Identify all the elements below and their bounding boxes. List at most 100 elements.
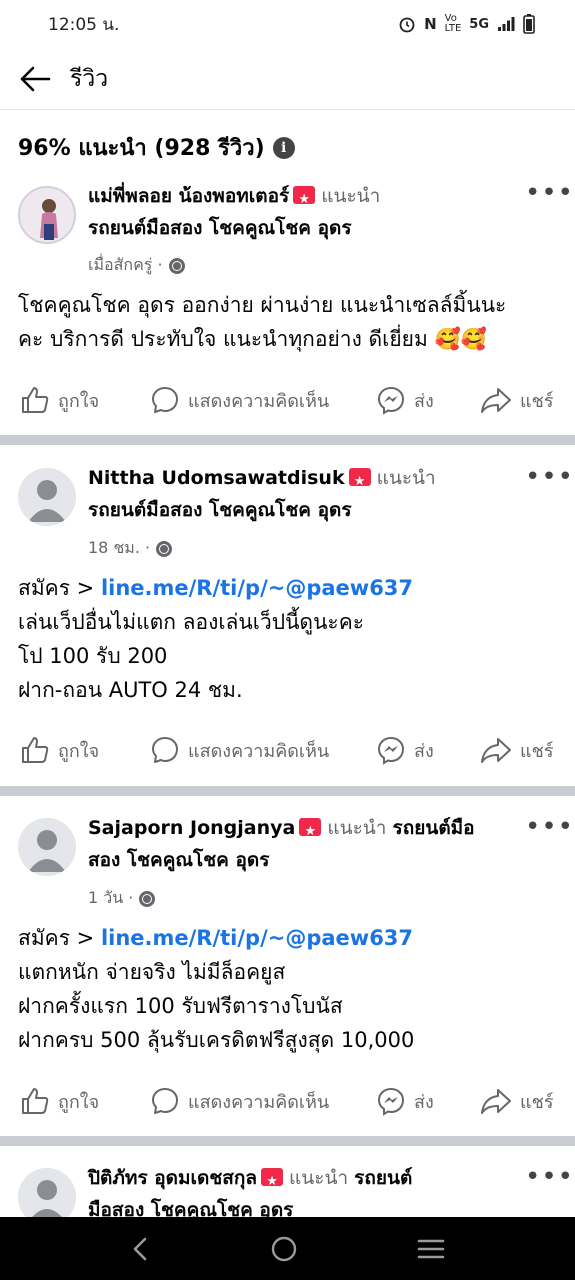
recommends-label: แนะนำ [289,1167,349,1189]
share-button[interactable]: แชร์ [480,385,554,415]
review-link[interactable]: line.me/R/ti/p/~@paew637 [101,926,413,950]
status-time: 12:05 น. [48,14,120,35]
review-body: สมัคร > line.me/R/ti/p/~@paew637 แตกหนัก… [18,921,558,1057]
review-header: Sajaporn Jongjanya แนะนำ รถยนต์มือ สอง โช… [88,812,528,876]
more-icon[interactable]: ••• [525,180,573,212]
comment-icon [152,1088,178,1114]
page-name-cont[interactable]: สอง โชคคูณโชค อุดร [88,849,269,871]
review-line: ฝาก-ถอน AUTO 24 ชม. [18,678,243,702]
comment-icon [152,737,178,763]
signal-icon [497,16,515,32]
nav-recents-icon[interactable] [416,1236,446,1262]
reviewer-name[interactable]: Sajaporn Jongjanya [88,817,295,839]
nav-home-icon[interactable] [270,1235,298,1263]
messenger-icon [377,1087,405,1116]
status-bar: 12:05 น. N Vo LTE 5G [0,0,575,48]
globe-icon [156,540,173,557]
like-icon [22,387,49,413]
like-button[interactable]: ถูกใจ [20,385,99,415]
share-icon [481,738,511,763]
review-line: โชคคูณโชค อุดร ออกง่าย ผ่านง่าย แนะนำเซล… [18,293,507,317]
comment-button[interactable]: แสดงความคิดเห็น [150,385,329,415]
review-header: Nittha Udomsawatdisuk แนะนำ รถยนต์มือสอง … [88,462,528,526]
share-label: แชร์ [520,1091,554,1113]
comment-icon [152,387,178,413]
recommend-badge-icon [348,466,371,498]
reviewer-name[interactable]: Nittha Udomsawatdisuk [88,467,345,489]
review-meta: เมื่อสักครู่ · [88,253,185,278]
more-icon[interactable]: ••• [525,1164,573,1196]
network-label: 5G [469,16,489,32]
page-name[interactable]: รถยนต์มือ [392,817,474,839]
review-divider [0,1136,575,1146]
reviewer-name[interactable]: ปิติภัทร อุดมเดชสกุล [88,1167,257,1189]
recommends-label: แนะนำ [321,185,381,207]
summary-text: 96% แนะนำ (928 รีวิว) [18,136,265,161]
alarm-icon [398,15,416,33]
comment-label: แสดงความคิดเห็น [188,1091,330,1113]
review-line: คะ บริการดี ประทับใจ แนะนำทุกอย่าง ดีเยี… [18,327,487,351]
recommends-label: แนะนำ [327,817,387,839]
review-line: ฝากครั้งแรก 100 รับฟรีตารางโบนัส [18,994,343,1018]
messenger-icon [377,386,405,415]
reviewer-name[interactable]: แม่พี่พลอย น้องพอทเตอร์ [88,185,289,207]
more-icon[interactable]: ••• [525,464,573,496]
battery-icon [523,14,535,34]
send-button[interactable]: ส่ง [376,1086,434,1116]
globe-icon [139,890,156,907]
share-icon [481,388,511,413]
review-link-line: สมัคร > line.me/R/ti/p/~@paew637 [18,921,558,955]
action-bar: ถูกใจ แสดงความคิดเห็น ส่ง แชร์ [0,728,575,772]
share-label: แชร์ [520,390,554,412]
send-label: ส่ง [414,1091,434,1113]
review-time[interactable]: 1 วัน · [88,886,133,911]
like-label: ถูกใจ [58,740,100,762]
review-body: โชคคูณโชค อุดร ออกง่าย ผ่านง่าย แนะนำเซล… [18,288,558,356]
comment-label: แสดงความคิดเห็น [188,390,330,412]
review-meta: 18 ชม. · [88,536,173,561]
review-link[interactable]: line.me/R/ti/p/~@paew637 [101,576,413,600]
review-line: เล่นเว็ปอื่นไม่แตก ลองเล่นเว็ปนี้ดูนะคะ [18,610,365,634]
comment-label: แสดงความคิดเห็น [188,740,330,762]
review-time[interactable]: เมื่อสักครู่ · [88,253,163,278]
share-icon [481,1089,511,1114]
share-button[interactable]: แชร์ [480,735,554,765]
review-line: ฝากครบ 500 ลุ้นรับเครดิตฟรีสูงสุด 10,000 [18,1028,415,1052]
page-name[interactable]: รถยนต์ [354,1167,412,1189]
share-button[interactable]: แชร์ [480,1086,554,1116]
comment-button[interactable]: แสดงความคิดเห็น [150,1086,329,1116]
page-name[interactable]: รถยนต์มือสอง โชคคูณโชค อุดร [88,217,352,239]
recommend-badge-icon [299,816,322,848]
review-header: แม่พี่พลอย น้องพอทเตอร์ แนะนำ รถยนต์มือสอ… [88,180,528,244]
review-line: แตกหนัก จ่ายจริง ไม่มีล็อคยูส [18,960,286,984]
action-bar: ถูกใจ แสดงความคิดเห็น ส่ง แชร์ [0,378,575,422]
comment-button[interactable]: แสดงความคิดเห็น [150,735,329,765]
review-body: สมัคร > line.me/R/ti/p/~@paew637 เล่นเว็… [18,571,558,707]
page-name[interactable]: รถยนต์มือสอง โชคคูณโชค อุดร [88,499,352,521]
like-label: ถูกใจ [58,1091,100,1113]
avatar[interactable] [18,818,76,876]
action-bar: ถูกใจ แสดงความคิดเห็น ส่ง แชร์ [0,1079,575,1123]
more-icon[interactable]: ••• [525,814,573,846]
send-button[interactable]: ส่ง [376,385,434,415]
system-navigation-bar [0,1217,575,1280]
send-button[interactable]: ส่ง [376,735,434,765]
like-button[interactable]: ถูกใจ [20,1086,99,1116]
send-label: ส่ง [414,390,434,412]
nav-back-icon[interactable] [129,1235,153,1263]
avatar[interactable] [18,186,76,244]
top-app-bar: รีวิว [0,48,575,110]
info-icon[interactable]: i [272,136,295,159]
like-icon [22,1088,49,1114]
nfc-icon: N [424,15,437,33]
review-meta: 1 วัน · [88,886,156,911]
link-prefix: สมัคร > [18,926,101,950]
like-button[interactable]: ถูกใจ [20,735,99,765]
like-icon [22,737,49,763]
recommends-label: แนะนำ [376,467,436,489]
avatar[interactable] [18,468,76,526]
back-button[interactable] [0,48,70,110]
review-time[interactable]: 18 ชม. · [88,536,150,561]
review-divider [0,435,575,445]
reviews-summary: 96% แนะนำ (928 รีวิว) i [18,130,295,165]
